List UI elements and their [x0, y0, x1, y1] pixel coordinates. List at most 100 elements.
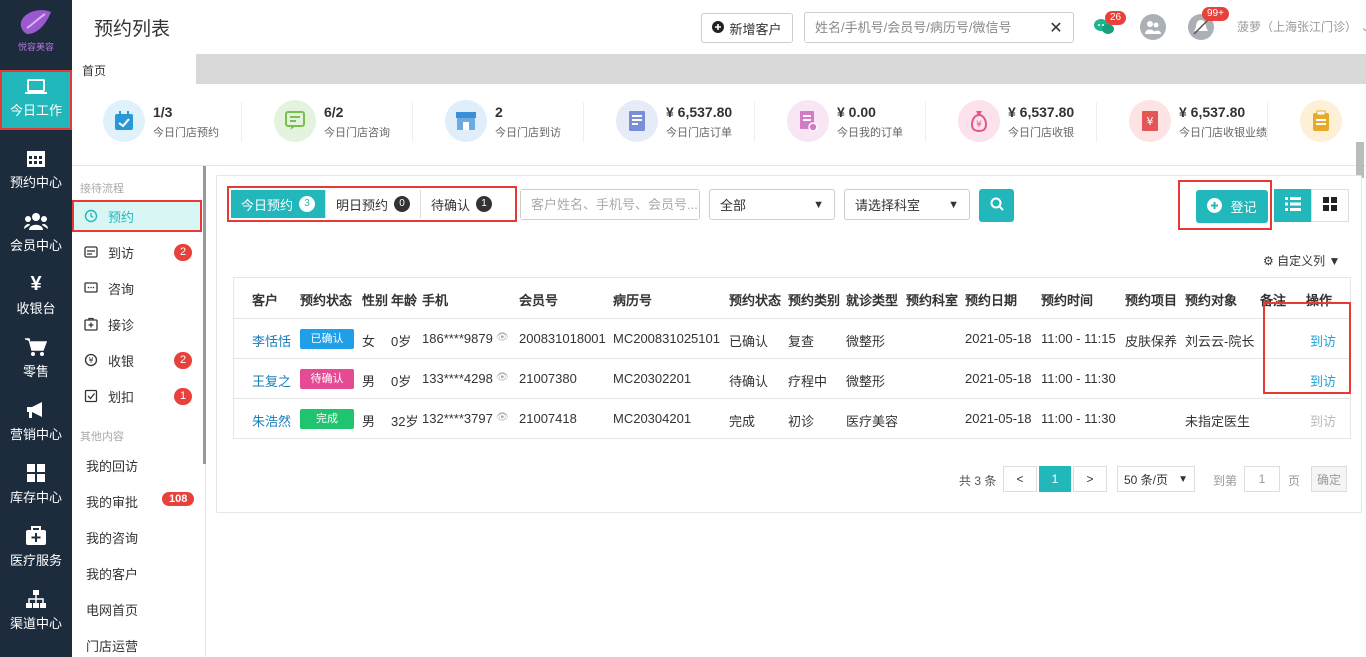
sidebar-item-deduct[interactable]: 划扣 1 [72, 380, 202, 412]
sidebar-item-consult[interactable]: 咨询 [72, 272, 202, 304]
search-icon [990, 197, 1004, 214]
customer-name-link[interactable]: 朱浩然 [252, 411, 291, 430]
tab-home[interactable]: 首页 [72, 54, 196, 84]
nav-label: 会员中心 [9, 238, 62, 253]
column-header: 病历号 [613, 293, 653, 308]
table-cell: 男 [362, 414, 376, 429]
count-badge: 1 [174, 388, 192, 405]
document-icon [616, 100, 658, 142]
count-badge: 108 [162, 492, 195, 506]
nav-cashier[interactable]: ¥ 收银台 [0, 268, 72, 328]
nav-channel-center[interactable]: 渠道中心 [0, 583, 72, 643]
tab-tomorrow[interactable]: 明日预约 0 [326, 190, 422, 218]
tab-count: 0 [394, 196, 411, 212]
sidebar-item-reception[interactable]: 接诊 [72, 308, 202, 340]
stat-card[interactable]: 6/2 今日门店咨询 [243, 98, 413, 146]
sidebar-item-cashier[interactable]: ¥ 收银 2 [72, 344, 202, 376]
sidebar-item-visit[interactable]: 到访 2 [72, 236, 202, 268]
stat-card[interactable]: ¥ 0.00 今日我的订单 [756, 98, 926, 146]
table-cell: 已确认 [729, 334, 769, 349]
user-menu[interactable]: 菠萝（上海张江门诊） ⌄ [1237, 18, 1366, 35]
app-logo: 悦容美容 [8, 8, 64, 60]
clear-search-icon[interactable]: ✕ [1041, 18, 1071, 38]
chat-icon[interactable]: 26 [1091, 11, 1127, 40]
grid-icon [1323, 197, 1337, 214]
stat-card[interactable]: 1/3 今日门店预约 [72, 98, 242, 146]
customer-name-link[interactable]: 李恬恬 [252, 331, 291, 350]
status-badge: 完成 [300, 409, 354, 429]
status-select-value: 全部 [720, 198, 747, 213]
table-cell: MC200831025101 [613, 331, 720, 346]
stat-card[interactable]: ¥ ¥ 6,537.80 今日门店收银业绩 [1098, 98, 1268, 146]
receipt-icon: ¥ [1129, 100, 1171, 142]
nav-retail[interactable]: 零售 [0, 331, 72, 391]
team-icon[interactable] [1140, 14, 1166, 40]
stat-card[interactable]: ¥ 6,537.80 今日门店订单 [585, 98, 755, 146]
new-customer-button[interactable]: 新增客户 [701, 13, 793, 43]
sidebar-link[interactable]: 我的审批 [86, 492, 138, 511]
svg-text:¥: ¥ [976, 120, 982, 130]
table-row[interactable]: 李恬恬 已确认女 0岁 186****9879 👁 200831018001 MC20083… [234, 318, 1350, 358]
customer-name-link[interactable]: 王复之 [252, 371, 291, 390]
tab-label: 今日预约 [241, 197, 294, 213]
new-customer-label: 新增客户 [729, 21, 782, 37]
sidebar-scrollbar[interactable] [203, 166, 206, 464]
grid-view-button[interactable] [1311, 189, 1349, 222]
goto-page-input[interactable]: 1 [1244, 466, 1280, 492]
tab-pending[interactable]: 待确认 1 [421, 190, 502, 218]
eye-icon[interactable]: 👁 [496, 412, 509, 423]
sidebar-link[interactable]: 我的回访 [86, 456, 138, 475]
sidebar-link[interactable]: 我的客户 [86, 564, 138, 583]
sidebar-link[interactable]: 我的咨询 [86, 528, 138, 547]
stat-card[interactable] [1269, 98, 1366, 146]
nav-inventory-center[interactable]: 库存中心 [0, 457, 72, 517]
store-icon [445, 100, 487, 142]
sidebar-link[interactable]: 门店运营 [86, 636, 138, 655]
table-cell: 微整形 [846, 374, 886, 389]
nav-medical-service[interactable]: 医疗服务 [0, 520, 72, 580]
list-view-button[interactable] [1274, 189, 1312, 222]
sidebar-item-appointment[interactable]: 预约 [72, 200, 202, 232]
table-row[interactable]: 王复之 待确认男 0岁 133****4298 👁 21007380 MC20302201 待… [234, 358, 1350, 398]
goto-confirm-button[interactable]: 确定 [1311, 466, 1347, 492]
table-cell: 医疗美容 [846, 414, 899, 429]
search-button[interactable] [979, 189, 1014, 222]
table-cell: 32岁 [391, 414, 419, 429]
custom-columns-button[interactable]: ⚙ 自定义列 ▼ [1263, 252, 1340, 269]
table-row[interactable]: 朱浩然 完成男 32岁 132****3797 👁 21007418 MC20304201 完… [234, 398, 1350, 438]
nav-label: 零售 [22, 364, 49, 379]
global-search-input[interactable] [805, 13, 1041, 42]
action-highlight [1263, 302, 1351, 394]
page-size-select[interactable]: 50 条/页 ▼ [1117, 466, 1195, 492]
table-cell: 未指定医生 [1185, 414, 1251, 429]
register-button[interactable]: 登记 [1196, 190, 1268, 223]
logo-text: 悦容美容 [17, 42, 54, 52]
eye-icon[interactable]: 👁 [496, 372, 509, 383]
column-header: 预约类别 [788, 293, 841, 308]
nav-appointment-center[interactable]: 预约中心 [0, 142, 72, 202]
sidebar-item-label: 到访 [108, 245, 135, 261]
nav-today-work[interactable]: 今日工作 [0, 70, 72, 130]
notification-off-icon[interactable]: 99+ [1188, 7, 1229, 40]
status-select[interactable]: 全部 ▼ [709, 189, 835, 220]
table-cell: 0岁 [391, 334, 412, 349]
page-1-button[interactable]: 1 [1039, 466, 1071, 492]
nav-member-center[interactable]: 会员中心 [0, 205, 72, 265]
nav-label: 今日工作 [9, 103, 62, 118]
stat-card[interactable]: 2 今日门店到访 [414, 98, 584, 146]
customer-search-input[interactable] [521, 190, 699, 219]
page-scrollbar[interactable] [1356, 142, 1364, 178]
stat-card[interactable]: ¥ ¥ 6,537.80 今日门店收银 [927, 98, 1097, 146]
table-cell: 待确认 [729, 374, 769, 389]
nav-marketing-center[interactable]: 营销中心 [0, 394, 72, 454]
chat-badge: 26 [1105, 11, 1127, 25]
page-unit-label: 页 [1288, 474, 1301, 488]
stat-value: ¥ 6,537.80 [1008, 104, 1075, 120]
next-page-button[interactable]: > [1073, 466, 1107, 492]
prev-page-button[interactable]: < [1003, 466, 1037, 492]
tab-today[interactable]: 今日预约 3 [231, 190, 327, 218]
sidebar-link[interactable]: 电网首页 [86, 600, 138, 619]
department-select[interactable]: 请选择科室 ▼ [844, 189, 970, 220]
table-cell: 完成 [729, 414, 756, 429]
eye-icon[interactable]: 👁 [496, 332, 509, 343]
